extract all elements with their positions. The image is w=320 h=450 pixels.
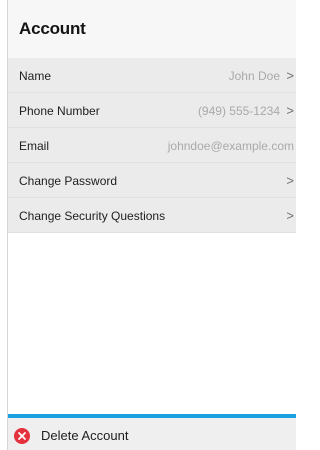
email-label: Email: [19, 139, 50, 153]
delete-account-label: Delete Account: [41, 428, 129, 443]
chevron-right-icon: >: [286, 103, 294, 118]
change-security-questions-label: Change Security Questions: [19, 209, 166, 223]
list-item-change-password[interactable]: Change Password >: [8, 163, 296, 198]
header: Account: [8, 0, 296, 58]
change-password-label: Change Password: [19, 174, 118, 188]
page-title: Account: [19, 19, 86, 38]
email-value: johndoe@example.com: [167, 139, 294, 153]
account-settings-list: Name John Doe > Phone Number (949) 555-1…: [8, 58, 296, 233]
chevron-right-icon: >: [286, 208, 294, 223]
chevron-right-icon: >: [286, 173, 294, 188]
delete-account-button[interactable]: Delete Account: [8, 414, 296, 450]
phone-number-value: (949) 555-1234: [197, 104, 280, 118]
list-item-email[interactable]: Email johndoe@example.com: [8, 128, 296, 163]
list-item-phone-number[interactable]: Phone Number (949) 555-1234 >: [8, 93, 296, 128]
name-label: Name: [19, 69, 52, 83]
phone-number-label: Phone Number: [19, 104, 100, 118]
chevron-right-icon: >: [286, 68, 294, 83]
x-circle-icon: [14, 428, 30, 444]
list-item-name[interactable]: Name John Doe >: [8, 58, 296, 93]
name-value: John Doe: [228, 69, 280, 83]
account-panel: Account Name John Doe > Phone Number (94…: [7, 0, 296, 450]
list-item-change-security-questions[interactable]: Change Security Questions >: [8, 198, 296, 233]
